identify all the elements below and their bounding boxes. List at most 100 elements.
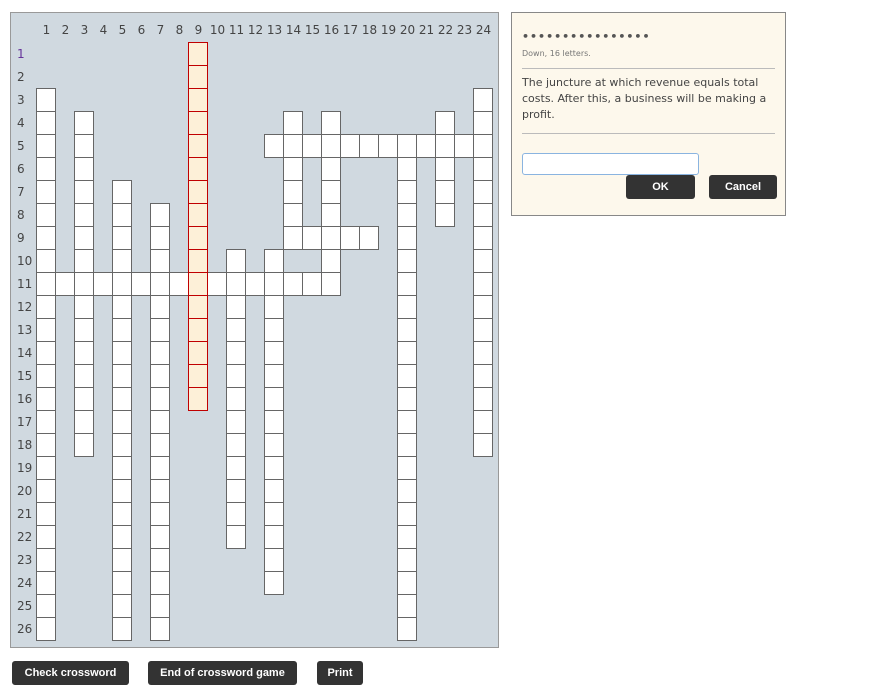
crossword-cell[interactable] <box>397 203 417 227</box>
crossword-cell[interactable] <box>473 134 493 158</box>
crossword-cell[interactable] <box>473 433 493 457</box>
crossword-cell[interactable] <box>473 272 493 296</box>
crossword-cell-selected[interactable] <box>188 180 208 204</box>
crossword-cell[interactable] <box>264 318 284 342</box>
crossword-cell[interactable] <box>226 272 246 296</box>
crossword-cell[interactable] <box>150 525 170 549</box>
crossword-cell[interactable] <box>36 433 56 457</box>
crossword-cell[interactable] <box>150 410 170 434</box>
crossword-cell-selected[interactable] <box>188 295 208 319</box>
crossword-cell[interactable] <box>150 479 170 503</box>
crossword-cell[interactable] <box>264 134 284 158</box>
crossword-cell[interactable] <box>283 203 303 227</box>
crossword-cell[interactable] <box>283 134 303 158</box>
crossword-cell[interactable] <box>74 433 94 457</box>
crossword-cell[interactable] <box>150 387 170 411</box>
crossword-cell[interactable] <box>131 272 151 296</box>
crossword-cell[interactable] <box>359 134 379 158</box>
crossword-cell[interactable] <box>435 157 455 181</box>
crossword-cell[interactable] <box>74 134 94 158</box>
crossword-cell[interactable] <box>150 249 170 273</box>
crossword-cell[interactable] <box>36 617 56 641</box>
crossword-cell[interactable] <box>435 203 455 227</box>
crossword-cell[interactable] <box>74 111 94 135</box>
crossword-cell[interactable] <box>397 525 417 549</box>
crossword-cell[interactable] <box>454 134 474 158</box>
crossword-cell[interactable] <box>150 341 170 365</box>
crossword-cell[interactable] <box>397 341 417 365</box>
crossword-cell[interactable] <box>473 341 493 365</box>
crossword-cell[interactable] <box>150 571 170 595</box>
crossword-cell[interactable] <box>226 364 246 388</box>
crossword-cell[interactable] <box>74 295 94 319</box>
answer-input[interactable] <box>522 153 699 175</box>
crossword-cell[interactable] <box>112 433 132 457</box>
crossword-cell[interactable] <box>112 226 132 250</box>
crossword-cell[interactable] <box>473 410 493 434</box>
crossword-cell-selected[interactable] <box>188 111 208 135</box>
crossword-cell[interactable] <box>169 272 189 296</box>
crossword-cell[interactable] <box>36 88 56 112</box>
crossword-cell[interactable] <box>207 272 227 296</box>
crossword-cell-selected[interactable] <box>188 387 208 411</box>
crossword-cell[interactable] <box>112 341 132 365</box>
crossword-cell[interactable] <box>321 157 341 181</box>
crossword-cell-selected[interactable] <box>188 134 208 158</box>
crossword-cell[interactable] <box>397 295 417 319</box>
crossword-cell[interactable] <box>36 249 56 273</box>
crossword-cell[interactable] <box>36 410 56 434</box>
crossword-cell[interactable] <box>36 318 56 342</box>
crossword-cell[interactable] <box>321 134 341 158</box>
crossword-cell[interactable] <box>397 272 417 296</box>
crossword-cell[interactable] <box>112 272 132 296</box>
crossword-cell[interactable] <box>264 410 284 434</box>
crossword-cell[interactable] <box>264 433 284 457</box>
crossword-cell[interactable] <box>321 111 341 135</box>
crossword-cell[interactable] <box>150 226 170 250</box>
crossword-cell-selected[interactable] <box>188 318 208 342</box>
crossword-cell[interactable] <box>264 295 284 319</box>
crossword-cell[interactable] <box>264 341 284 365</box>
crossword-cell[interactable] <box>473 295 493 319</box>
end-game-button[interactable]: End of crossword game <box>148 661 297 685</box>
crossword-cell[interactable] <box>435 111 455 135</box>
crossword-cell[interactable] <box>397 226 417 250</box>
crossword-cell[interactable] <box>264 272 284 296</box>
crossword-cell[interactable] <box>245 272 265 296</box>
crossword-cell[interactable] <box>112 180 132 204</box>
crossword-cell[interactable] <box>150 548 170 572</box>
crossword-cell[interactable] <box>397 318 417 342</box>
crossword-cell[interactable] <box>473 203 493 227</box>
crossword-cell[interactable] <box>74 203 94 227</box>
crossword-cell-selected[interactable] <box>188 157 208 181</box>
crossword-cell[interactable] <box>150 364 170 388</box>
crossword-cell[interactable] <box>435 134 455 158</box>
crossword-cell[interactable] <box>397 594 417 618</box>
crossword-cell[interactable] <box>473 226 493 250</box>
crossword-cell[interactable] <box>150 272 170 296</box>
crossword-cell[interactable] <box>226 502 246 526</box>
crossword-cell[interactable] <box>321 203 341 227</box>
crossword-cell[interactable] <box>112 502 132 526</box>
crossword-cell[interactable] <box>321 249 341 273</box>
crossword-cell-selected[interactable] <box>188 249 208 273</box>
crossword-cell[interactable] <box>226 249 246 273</box>
crossword-cell[interactable] <box>36 134 56 158</box>
crossword-cell[interactable] <box>36 387 56 411</box>
crossword-cell[interactable] <box>74 410 94 434</box>
crossword-cell-selected[interactable] <box>188 226 208 250</box>
crossword-cell-selected[interactable] <box>188 65 208 89</box>
crossword-cell-selected[interactable] <box>188 203 208 227</box>
crossword-cell[interactable] <box>150 295 170 319</box>
crossword-cell[interactable] <box>36 295 56 319</box>
crossword-cell[interactable] <box>36 180 56 204</box>
crossword-cell[interactable] <box>112 364 132 388</box>
crossword-cell[interactable] <box>36 111 56 135</box>
crossword-cell[interactable] <box>74 387 94 411</box>
crossword-cell[interactable] <box>36 548 56 572</box>
crossword-cell[interactable] <box>36 479 56 503</box>
crossword-cell[interactable] <box>264 548 284 572</box>
crossword-cell[interactable] <box>55 272 75 296</box>
crossword-cell[interactable] <box>397 617 417 641</box>
crossword-cell[interactable] <box>112 203 132 227</box>
